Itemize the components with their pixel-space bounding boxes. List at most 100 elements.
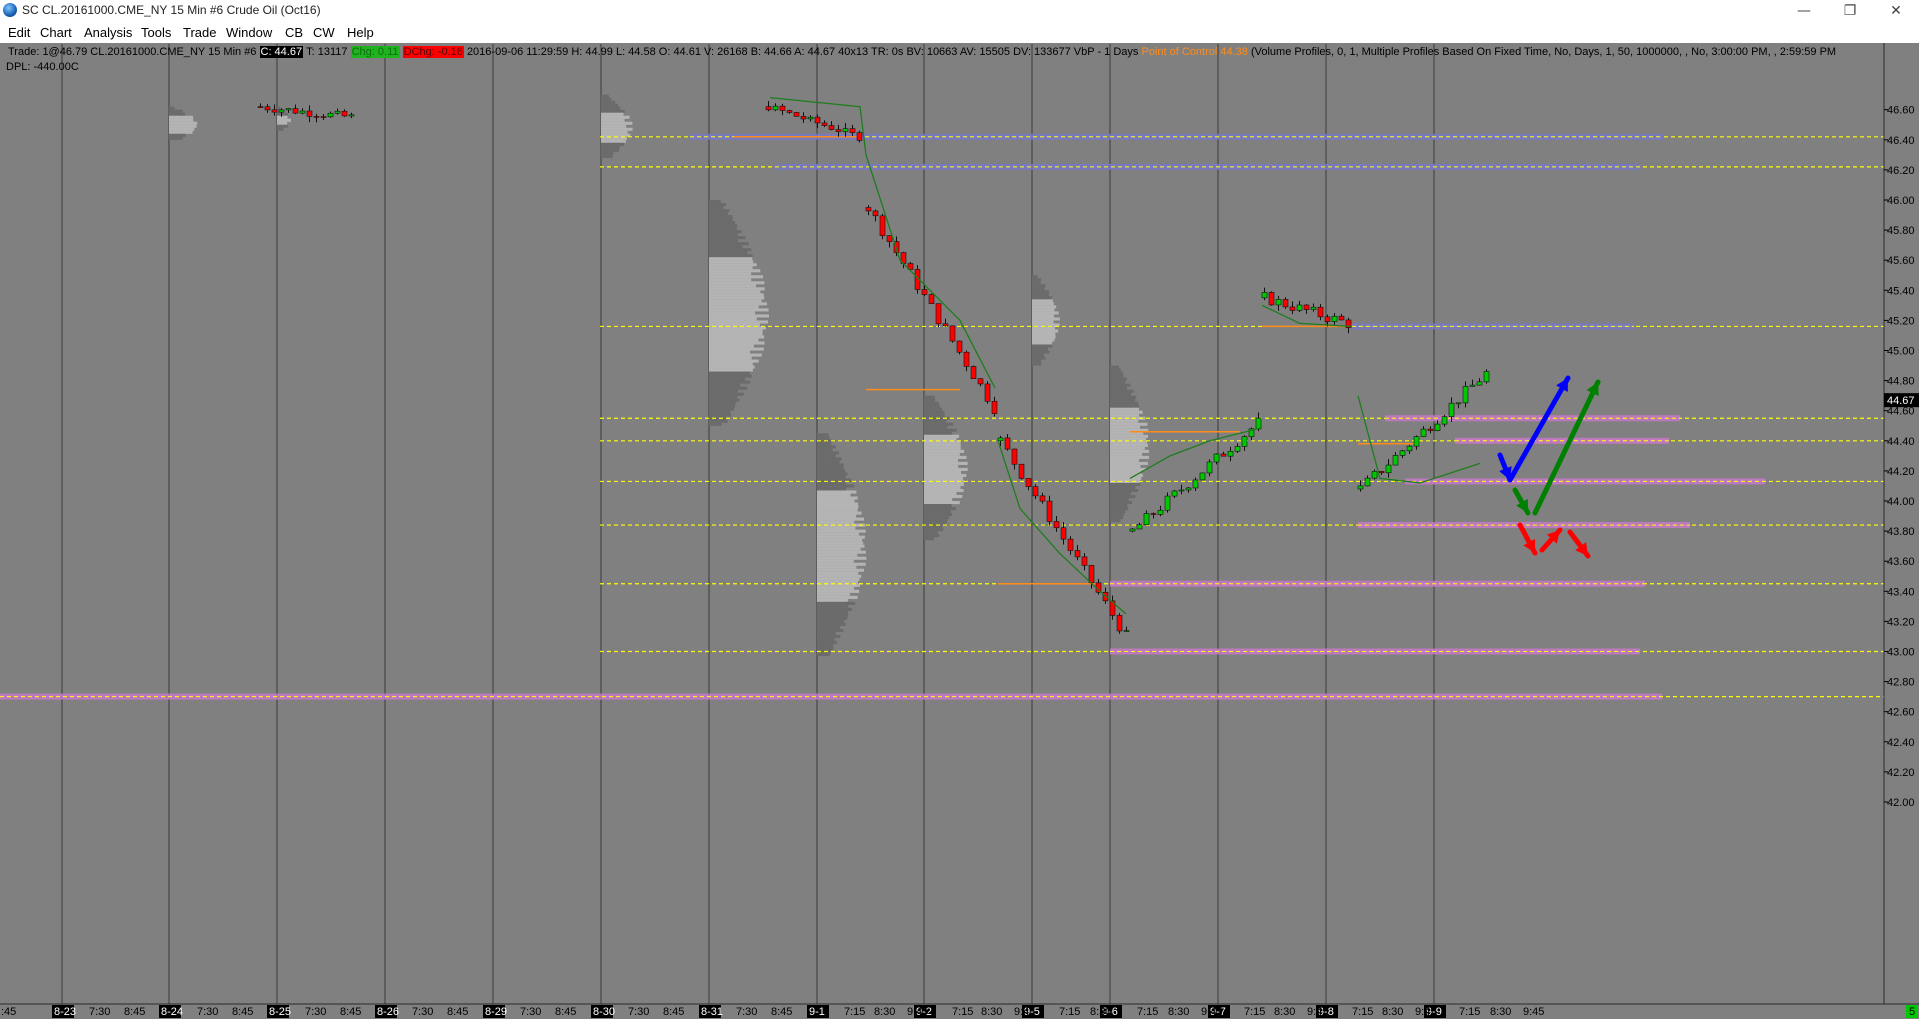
candle-body [1399,450,1406,456]
volume-profile-bar [601,97,612,101]
volume-profile-bar [709,362,753,366]
volume-profile-bar [1032,305,1057,309]
volume-profile-bar [1110,383,1131,387]
time-label: 8:30 [1168,1006,1189,1018]
volume-profile-bar [924,497,953,502]
volume-profile-bar [924,419,947,423]
price-tick-label: 44.40 [1887,436,1915,448]
menu-cb[interactable]: CB [285,25,303,40]
menu-analysis[interactable]: Analysis [84,25,132,40]
menu-cw[interactable]: CW [313,25,335,40]
volume-profile-bar [601,115,630,119]
menu-edit[interactable]: Edit [8,25,30,40]
price-tick-label: 42.40 [1887,737,1915,749]
volume-profile-bar [924,507,957,511]
candle-body [1441,416,1448,425]
price-tick-label: 45.40 [1887,285,1915,297]
menu-trade[interactable]: Trade [183,25,216,40]
time-label: 7:15 [844,1006,865,1018]
candle-body [772,105,779,111]
price-tick-label: 42.20 [1887,767,1915,779]
chart-area[interactable]: 46.60 46.40 46.20 46.00 45.80 45.60 45.40 45.20… [0,43,1919,1019]
time-label: 8:30 [1490,1006,1511,1018]
candle-body [313,116,320,118]
candle-body [1234,446,1241,452]
volume-profile-bar [924,413,945,417]
price-tick-label: 43.80 [1887,526,1915,538]
candle-body [1004,437,1011,450]
volume-profile-bar [709,332,763,336]
volume-profile-bar [1110,497,1129,502]
candle-body [956,340,963,353]
menu-help[interactable]: Help [347,25,374,40]
volume-profile-bar [709,338,759,342]
price-chart[interactable]: 46.60 46.40 46.20 46.00 45.80 45.60 45.40 45.20… [0,43,1919,1019]
menu-tools[interactable]: Tools [141,25,171,40]
volume-profile-bar [601,103,619,107]
candle-body [1220,453,1227,457]
price-tick-label: 42.60 [1887,707,1915,719]
candle-body [970,366,977,380]
volume-profile-bar [924,422,954,426]
volume-profile-bar [709,242,749,246]
volume-profile-bar [817,436,830,440]
volume-profile-bar [1110,494,1136,499]
volume-profile-bar [709,266,753,270]
volume-profile-bar [1032,308,1055,312]
candle-body [886,235,893,242]
volume-profile-bar [817,541,864,545]
volume-profile-bar [817,610,849,614]
minimize-button[interactable]: — [1781,0,1827,22]
volume-profile-bar [601,100,616,104]
volume-profile-bar [709,314,769,318]
date-label: 8-26 [377,1006,399,1018]
volume-profile-bar [601,130,628,134]
menu-chart[interactable]: Chart [40,25,72,40]
candle-body [1371,471,1378,479]
volume-profile-bar [709,374,752,378]
volume-profile-bar [817,646,834,651]
volume-profile-bar [817,475,846,479]
menu-window[interactable]: Window [226,25,272,40]
volume-profile-bar [924,425,948,429]
volume-profile-bar [1110,455,1150,459]
volume-profile-bar [1110,380,1126,384]
volume-profile-bar [169,127,195,131]
candle-body [306,110,313,117]
volume-profile-bar [1110,413,1140,417]
volume-profile-bar [817,502,859,506]
candle-body [1255,417,1262,430]
volume-profile-bar [601,127,633,131]
volume-profile-bar [709,347,764,351]
volume-profile-bar [1110,443,1148,447]
volume-profile-bar [924,491,957,496]
volume-profile-bar [1110,519,1121,523]
close-button[interactable]: ✕ [1873,0,1919,22]
volume-profile-bar [817,625,840,630]
volume-profile-bar [1032,341,1053,345]
restore-button[interactable]: ❐ [1827,0,1873,22]
volume-profile-bar [1110,482,1141,487]
time-label: 9:45 [1307,1006,1328,1018]
time-label: 7:30 [736,1006,757,1018]
volume-profile-bar [924,467,968,471]
volume-profile-bar [1110,395,1137,399]
volume-profile-bar [169,106,175,110]
volume-profile-bar [817,550,866,554]
volume-profile-bar [924,455,967,459]
volume-profile-bar [1110,452,1143,456]
volume-profile-bar [277,118,291,122]
volume-profile-bar [924,513,952,517]
candle-body [793,112,800,117]
time-label: 8:45 [340,1006,361,1018]
candle-body [921,289,928,295]
volume-profile-bar [709,392,744,396]
time-label: 7:15 [952,1006,973,1018]
candle-body [997,437,1004,442]
volume-profile-bar [924,494,963,499]
volume-profile-bar [817,508,858,512]
candle-body [264,106,271,111]
candle-body [299,110,306,114]
candle-body [1413,436,1420,447]
volume-profile-bar [1110,461,1148,465]
